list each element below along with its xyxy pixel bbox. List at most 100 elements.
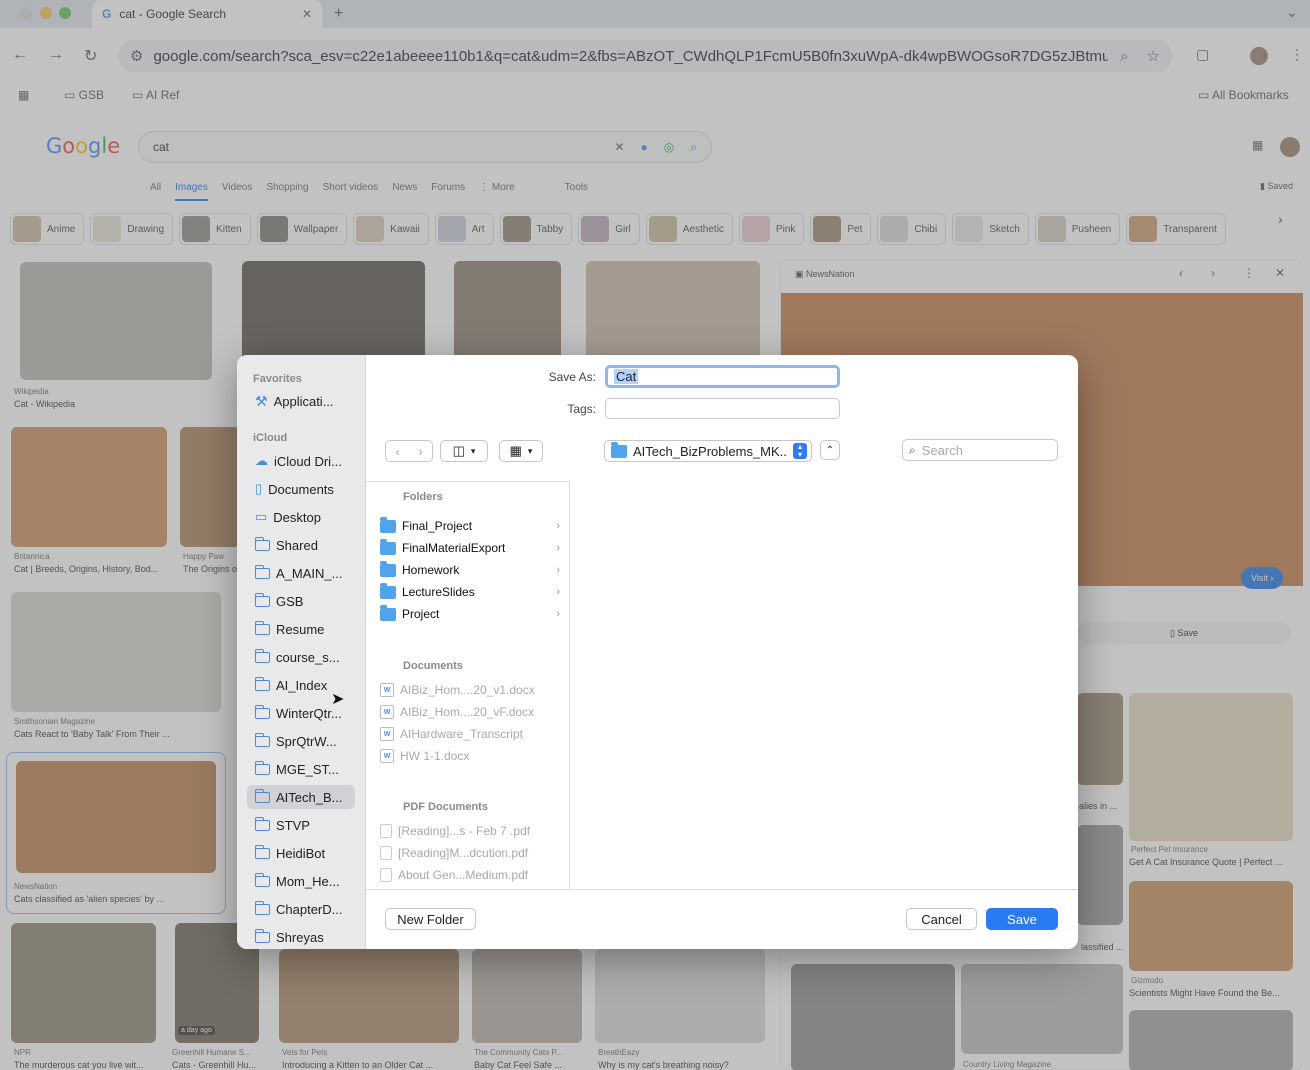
chevron-right-icon: › xyxy=(556,564,560,576)
detail-pane xyxy=(571,482,1078,889)
folder-row[interactable]: Final_Project › xyxy=(380,515,560,537)
word-doc-icon: W xyxy=(380,705,394,719)
sidebar-item-folder[interactable]: STVP xyxy=(247,813,355,837)
folder-row[interactable]: Project › xyxy=(380,603,560,625)
sidebar-item-folder[interactable]: SprQtrW... xyxy=(247,729,355,753)
folder-icon xyxy=(255,844,270,859)
folder-icon xyxy=(255,648,270,663)
sidebar-item-folder[interactable]: MGE_ST... xyxy=(247,757,355,781)
sidebar-item-documents[interactable]: ▯ Documents xyxy=(247,477,355,501)
folder-icon xyxy=(255,788,270,803)
folder-icon xyxy=(255,872,270,887)
new-folder-button[interactable]: New Folder xyxy=(385,908,476,930)
folder-icon xyxy=(255,592,270,607)
search-placeholder: Search xyxy=(921,442,963,458)
sidebar-item-selected-folder[interactable]: AITech_B... xyxy=(247,785,355,809)
folder-row[interactable]: LectureSlides › xyxy=(380,581,560,603)
document-label: AIHardware_Transcript xyxy=(400,727,523,741)
folder-label: LectureSlides xyxy=(402,585,475,599)
nav-back-forward[interactable]: ‹ › xyxy=(385,440,433,462)
folder-icon xyxy=(380,604,396,621)
tags-field[interactable] xyxy=(605,398,840,419)
folders-header: Folders xyxy=(403,491,443,503)
folder-icon xyxy=(380,582,396,599)
folder-icon xyxy=(380,538,396,555)
sidebar-item-folder[interactable]: Resume xyxy=(247,617,355,641)
pdf-row: About Gen...Medium.pdf xyxy=(380,864,560,886)
pdf-label: About Gen...Medium.pdf xyxy=(398,868,529,882)
favorites-header: Favorites xyxy=(253,373,302,385)
desktop-icon: ▭ xyxy=(255,509,268,524)
document-row: W AIBiz_Hom....20_vF.docx xyxy=(380,701,560,723)
sidebar-item-label: SprQtrW... xyxy=(276,733,337,749)
folder-icon xyxy=(255,928,270,943)
sidebar-item-applications[interactable]: ⚒ Applicati... xyxy=(247,389,355,413)
save-as-label: Save As: xyxy=(548,370,596,384)
sidebar-item-label: iCloud Dri... xyxy=(274,453,342,469)
folder-icon xyxy=(255,676,270,691)
sidebar-item-icloud-drive[interactable]: ☁ iCloud Dri... xyxy=(247,449,355,473)
group-button[interactable]: ▦ ▾ xyxy=(499,440,543,462)
pdf-icon xyxy=(380,846,392,860)
sidebar-item-label: Desktop xyxy=(273,509,321,525)
mouse-pointer-icon: ➤ xyxy=(331,691,345,708)
sidebar-item-label: Shared xyxy=(276,537,318,553)
columns-view-icon: ◫ xyxy=(452,443,465,458)
sidebar-item-folder[interactable]: GSB xyxy=(247,589,355,613)
pdf-label: [Reading]...s - Feb 7 .pdf xyxy=(398,824,531,838)
sidebar-item-desktop[interactable]: ▭ Desktop xyxy=(247,505,355,529)
sidebar-item-folder[interactable]: ChapterD... xyxy=(247,897,355,921)
folder-icon xyxy=(255,620,270,635)
pdf-icon xyxy=(380,824,392,838)
pdf-icon xyxy=(380,868,392,882)
folder-row[interactable]: Homework › xyxy=(380,559,560,581)
dialog-main: Save As: Cat Tags: ‹ › ◫ ▾ ▦ ▾ AITech_BizPr… xyxy=(366,355,1078,949)
cancel-button[interactable]: Cancel xyxy=(906,908,977,930)
folder-label: Project xyxy=(402,607,440,621)
document-label: AIBiz_Hom....20_vF.docx xyxy=(400,705,535,719)
folder-icon xyxy=(255,900,270,915)
sidebar-item-label: Shreyas xyxy=(276,929,324,945)
sidebar-item-label: Resume xyxy=(276,621,325,637)
folder-row[interactable]: FinalMaterialExport › xyxy=(380,537,560,559)
save-as-value: Cat xyxy=(614,369,639,384)
search-field[interactable]: ⌕ Search xyxy=(902,439,1058,461)
sidebar-item-folder[interactable]: HeidiBot xyxy=(247,841,355,865)
sidebar-item-folder[interactable]: course_s... xyxy=(247,645,355,669)
save-dialog: Favorites ⚒ Applicati... iCloud ☁ iCloud … xyxy=(237,355,1078,949)
forward-arrow-icon[interactable]: › xyxy=(418,444,422,459)
folder-icon xyxy=(380,516,396,533)
chevron-down-icon: ▾ xyxy=(527,445,533,456)
tags-label: Tags: xyxy=(567,402,596,416)
back-arrow-icon[interactable]: ‹ xyxy=(395,444,399,459)
file-list: Folders Final_Project › FinalMaterialExpo… xyxy=(366,481,570,889)
sidebar-item-folder[interactable]: A_MAIN_... xyxy=(247,561,355,585)
word-doc-icon: W xyxy=(380,727,394,741)
search-icon: ⌕ xyxy=(909,442,916,457)
document-row: W HW 1-1.docx xyxy=(380,745,560,767)
location-popup[interactable]: AITech_BizProblems_MK... ▴ ▾ xyxy=(604,440,812,462)
documents-header: Documents xyxy=(403,660,463,672)
pdf-row: [Reading]M...dcution.pdf xyxy=(380,842,560,864)
document-label: AIBiz_Hom....20_v1.docx xyxy=(400,683,535,697)
sidebar-item-folder[interactable]: Mom_He... xyxy=(247,869,355,893)
document-label: HW 1-1.docx xyxy=(400,749,470,763)
sidebar-item-label: AITech_B... xyxy=(276,789,343,805)
sidebar-item-shared[interactable]: Shared xyxy=(247,533,355,557)
dialog-sidebar: Favorites ⚒ Applicati... iCloud ☁ iCloud … xyxy=(237,355,366,949)
word-doc-icon: W xyxy=(380,683,394,697)
save-button[interactable]: Save xyxy=(986,908,1058,930)
chevron-right-icon: › xyxy=(556,542,560,554)
sidebar-item-folder[interactable]: Shreyas xyxy=(247,925,355,949)
chevron-down-icon: ▾ xyxy=(470,445,476,456)
folder-label: Homework xyxy=(402,563,460,577)
word-doc-icon: W xyxy=(380,749,394,763)
pdf-header: PDF Documents xyxy=(403,801,488,813)
sidebar-item-label: course_s... xyxy=(276,649,340,665)
save-as-field[interactable]: Cat xyxy=(605,365,840,388)
folder-icon xyxy=(255,704,270,719)
view-columns-button[interactable]: ◫ ▾ xyxy=(440,440,488,462)
grid-icon: ▦ xyxy=(509,443,522,458)
expand-button[interactable]: ⌃ xyxy=(820,440,840,460)
sidebar-item-label: Mom_He... xyxy=(276,873,340,889)
